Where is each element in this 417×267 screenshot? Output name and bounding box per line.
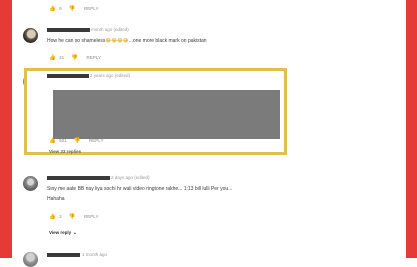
left-red-border: [0, 0, 12, 258]
comment-text: How he can so shameless😂😂😂😂...one more b…: [47, 38, 207, 44]
reply-button[interactable]: REPLY: [87, 55, 101, 60]
like-count: 501: [59, 138, 67, 143]
reply-button[interactable]: REPLY: [84, 214, 98, 219]
like-count: 3: [59, 214, 62, 219]
comment-meta: 1 month ago: [82, 252, 108, 257]
comment-text-part: How he can so shameless: [47, 38, 106, 44]
right-red-border: [406, 0, 417, 258]
comment-3-actions: 👍 3 👎 REPLY: [49, 214, 98, 220]
comment-meta: month ago (edited): [91, 27, 129, 32]
chevron-down-icon: ⌄: [72, 230, 78, 236]
comment-text-tail: ...one more black mark on pakistan: [128, 38, 207, 44]
comment-0-actions: 👍 9 👎 REPLY: [49, 6, 98, 12]
comment-text: Siny me aate BB nay liya sochi hr wali v…: [47, 186, 233, 192]
redacted-username: [47, 253, 80, 257]
comment-1-actions: 👍 21 👎 REPLY: [49, 55, 101, 61]
redacted-username: [47, 28, 90, 32]
avatar[interactable]: [23, 252, 38, 267]
like-count: 9: [59, 6, 62, 11]
comment-subtext: Hahaha: [47, 196, 65, 202]
thumb-up-icon[interactable]: 👍: [49, 214, 56, 220]
reply-button[interactable]: REPLY: [84, 6, 98, 11]
thumb-down-icon[interactable]: 👎: [69, 214, 76, 220]
view-reply-label: View reply: [49, 230, 72, 235]
thumb-down-icon[interactable]: 👎: [69, 6, 76, 12]
redacted-username: [47, 74, 89, 78]
thumb-down-icon[interactable]: 👎: [74, 138, 81, 144]
thumb-up-icon[interactable]: 👍: [49, 6, 56, 12]
thumb-up-icon[interactable]: 👍: [49, 55, 56, 61]
emoji-laugh: 😂😂😂😂: [105, 38, 129, 44]
avatar[interactable]: [23, 176, 38, 191]
comment-2-actions: 👍 501 👎 REPLY: [49, 138, 103, 144]
comment-meta: 2 days ago (edited): [111, 175, 150, 180]
redacted-username: [47, 176, 110, 180]
comment-meta: 2 years ago (edited): [90, 73, 131, 78]
avatar[interactable]: [23, 28, 38, 43]
view-replies-link[interactable]: View 33 replies: [49, 149, 81, 154]
reply-button[interactable]: REPLY: [89, 138, 103, 143]
thumb-down-icon[interactable]: 👎: [71, 55, 78, 61]
redacted-comment-text: [53, 90, 280, 139]
view-reply-link[interactable]: View reply ⌄: [49, 230, 79, 236]
like-count: 21: [59, 55, 65, 60]
thumb-up-icon[interactable]: 👍: [49, 138, 56, 144]
